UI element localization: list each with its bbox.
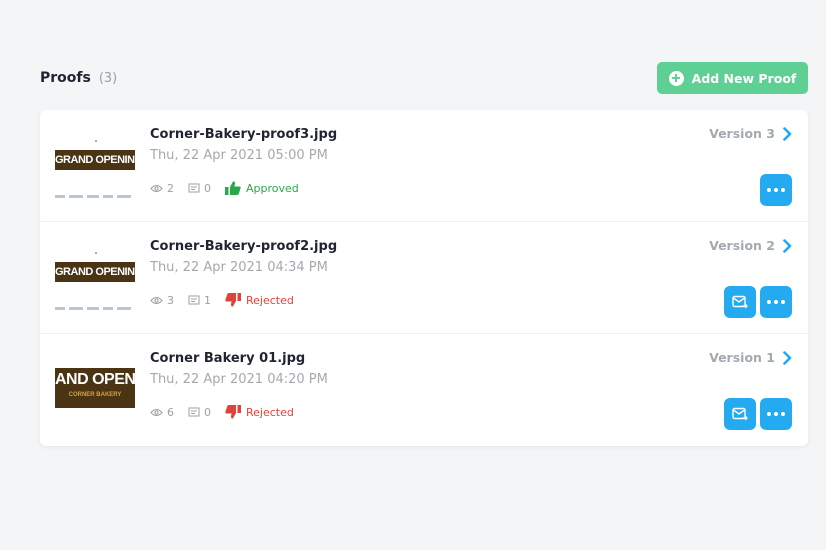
- thumb-sign: GRAND OPENING: [55, 150, 135, 170]
- row-actions: [760, 174, 792, 206]
- proof-thumbnail[interactable]: GRAND OPENING: [55, 132, 135, 202]
- proof-thumbnail[interactable]: GRAND OPENING: [55, 244, 135, 314]
- version-link[interactable]: Version 2: [709, 238, 792, 253]
- proofs-header: Proofs (3) Add New Proof: [40, 62, 808, 94]
- thumb-dot: [95, 140, 97, 142]
- chevron-right-icon: [783, 238, 792, 253]
- version-label: Version 2: [709, 238, 775, 253]
- comments-value: 0: [204, 405, 211, 419]
- thumb-sign: GRAND OPENING: [55, 262, 135, 282]
- thumb-sign: AND OPENI CORNER BAKERY: [55, 368, 135, 408]
- status-label: Rejected: [246, 293, 294, 307]
- proof-meta: 3 1 Rejected: [150, 293, 294, 307]
- views-value: 6: [167, 405, 174, 419]
- comments-count: 0: [188, 406, 211, 419]
- chevron-right-icon: [783, 126, 792, 141]
- more-options-button[interactable]: [760, 398, 792, 430]
- status-badge: Rejected: [225, 405, 294, 419]
- status-badge: Rejected: [225, 293, 294, 307]
- more-icon: [767, 300, 785, 304]
- send-proof-button[interactable]: [724, 286, 756, 318]
- views-count: 6: [150, 406, 174, 419]
- row-actions: [724, 286, 792, 318]
- row-actions: [724, 398, 792, 430]
- proof-date: Thu, 22 Apr 2021 04:20 PM: [150, 372, 328, 387]
- views-count: 3: [150, 294, 174, 307]
- thumb-sign-subtext: CORNER BAKERY: [68, 392, 122, 398]
- proofs-list: GRAND OPENING Corner-Bakery-proof3.jpg T…: [40, 110, 808, 446]
- version-link[interactable]: Version 3: [709, 126, 792, 141]
- more-icon: [767, 412, 785, 416]
- status-badge: Approved: [225, 181, 299, 195]
- send-proof-button[interactable]: [724, 398, 756, 430]
- status-label: Rejected: [246, 405, 294, 419]
- eye-icon: [150, 408, 163, 416]
- thumb-strip: [55, 195, 135, 199]
- thumbs-up-icon: [225, 181, 241, 195]
- proof-meta: 6 0 Rejected: [150, 405, 294, 419]
- page-title-text: Proofs: [40, 70, 91, 86]
- more-options-button[interactable]: [760, 174, 792, 206]
- thumb-sign-text: GRAND OPENING: [55, 266, 135, 278]
- comments-value: 0: [204, 181, 211, 195]
- status-label: Approved: [246, 181, 299, 195]
- add-new-proof-button[interactable]: Add New Proof: [657, 62, 808, 94]
- version-link[interactable]: Version 1: [709, 350, 792, 365]
- version-label: Version 1: [709, 350, 775, 365]
- thumbs-down-icon: [225, 293, 241, 307]
- version-label: Version 3: [709, 126, 775, 141]
- comment-icon: [188, 295, 200, 304]
- plus-circle-icon: [668, 70, 684, 86]
- proof-row[interactable]: GRAND OPENING Corner-Bakery-proof3.jpg T…: [40, 110, 808, 222]
- proof-count: (3): [98, 70, 118, 86]
- proof-date: Thu, 22 Apr 2021 05:00 PM: [150, 148, 328, 163]
- proof-row[interactable]: GRAND OPENING Corner-Bakery-proof2.jpg T…: [40, 222, 808, 334]
- proof-filename[interactable]: Corner-Bakery-proof2.jpg: [150, 239, 337, 254]
- eye-icon: [150, 184, 163, 192]
- proof-date: Thu, 22 Apr 2021 04:34 PM: [150, 260, 328, 275]
- send-icon: [732, 295, 748, 309]
- views-value: 2: [167, 181, 174, 195]
- proof-filename[interactable]: Corner Bakery 01.jpg: [150, 351, 305, 366]
- comment-icon: [188, 183, 200, 192]
- more-icon: [767, 188, 785, 192]
- add-new-proof-label: Add New Proof: [691, 70, 797, 86]
- views-value: 3: [167, 293, 174, 307]
- chevron-right-icon: [783, 350, 792, 365]
- eye-icon: [150, 296, 163, 304]
- thumb-sign-text: GRAND OPENING: [55, 154, 135, 166]
- views-count: 2: [150, 182, 174, 195]
- comment-icon: [188, 407, 200, 416]
- proof-thumbnail[interactable]: AND OPENI CORNER BAKERY: [55, 356, 135, 426]
- page-title: Proofs (3): [40, 70, 117, 86]
- thumb-sign-text: AND OPENI: [55, 371, 135, 388]
- more-options-button[interactable]: [760, 286, 792, 318]
- thumb-strip: [55, 307, 135, 311]
- thumbs-down-icon: [225, 405, 241, 419]
- comments-value: 1: [204, 293, 211, 307]
- thumb-dot: [95, 252, 97, 254]
- proof-meta: 2 0 Approved: [150, 181, 299, 195]
- comments-count: 0: [188, 182, 211, 195]
- send-icon: [732, 407, 748, 421]
- proof-row[interactable]: AND OPENI CORNER BAKERY Corner Bakery 01…: [40, 334, 808, 446]
- comments-count: 1: [188, 294, 211, 307]
- proof-filename[interactable]: Corner-Bakery-proof3.jpg: [150, 127, 337, 142]
